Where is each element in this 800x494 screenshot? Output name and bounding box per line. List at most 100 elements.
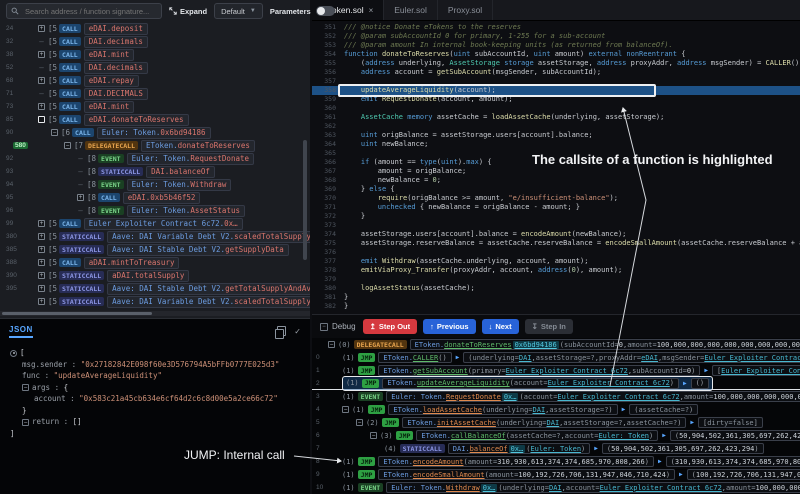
- trace-pill[interactable]: EToken.callBalanceOf(assetCache=?, accou…: [416, 430, 658, 441]
- trace-pill[interactable]: EToken.CALLER(): [378, 352, 451, 363]
- tree-item-label[interactable]: eDAI.donateToReserves: [84, 114, 189, 126]
- tree-item-label[interactable]: eDAI.mint: [84, 101, 135, 113]
- step-in-button[interactable]: ↧Step In: [525, 319, 573, 334]
- trace-pill[interactable]: EToken.loadAssetCache(underlying=DAI, as…: [388, 404, 617, 415]
- trace-pill[interactable]: EToken.donateToReserves0x6bd94186(subAcc…: [410, 339, 800, 350]
- trace-pill[interactable]: Euler: Token.Withdraw0x…(underlying=DAI,…: [386, 482, 800, 493]
- collapse-box-icon[interactable]: −: [356, 419, 363, 426]
- tree-item-label[interactable]: Aave: DAI Stable Debt V2.getTotalSupplyA…: [107, 283, 310, 295]
- tree-item-label[interactable]: aDAI.mintToTreasury: [84, 257, 180, 269]
- tree-row[interactable]: 385+[5STATICCALLAave: DAI Stable Debt V2…: [0, 243, 310, 256]
- tree-row[interactable]: 93–[8STATICCALLDAI.balanceOf: [0, 165, 310, 178]
- debug-row[interactable]: 9(1)JMPEToken.encodeSmallAmount(amount=1…: [312, 468, 800, 481]
- view-mode-select[interactable]: Default ▼: [214, 3, 263, 19]
- tree-item-label[interactable]: Euler Exploiter Contract 6c72.0x…: [84, 218, 243, 230]
- trace-pill[interactable]: EToken.updateAverageLiquidity(account=Eu…: [382, 378, 679, 389]
- debug-row[interactable]: 8(1)JMPEToken.encodeAmount(amount=310,93…: [312, 455, 800, 468]
- tree-row[interactable]: 380+[5STATICCALLAave: DAI Variable Debt …: [0, 230, 310, 243]
- method-name[interactable]: balanceOf: [470, 445, 508, 453]
- method-name[interactable]: encodeAmount: [413, 458, 464, 466]
- expand-box-icon[interactable]: +: [38, 246, 45, 253]
- expander-icon[interactable]: [10, 350, 17, 357]
- method-name[interactable]: updateAverageLiquidity: [417, 379, 510, 387]
- expand-box-icon[interactable]: +: [38, 298, 45, 305]
- address-link[interactable]: Euler Exploiter Contract 6c72: [721, 367, 800, 375]
- trace-pill[interactable]: EToken.encodeAmount(amount=310,930,613,3…: [378, 456, 654, 467]
- debug-row[interactable]: 3(1)EVENTEuler: Token.RequestDonate0x…(a…: [312, 390, 800, 403]
- expand-box-icon[interactable]: +: [77, 194, 84, 201]
- method-name[interactable]: loadAssetCache: [423, 406, 482, 414]
- debug-row[interactable]: 5−(2)JMPEToken.initAssetCache(underlying…: [312, 416, 800, 429]
- expand-button[interactable]: Expand: [169, 7, 207, 16]
- tree-item-label[interactable]: Euler: Token.RequestDonate: [127, 153, 254, 165]
- tree-row[interactable]: 68+[5CALLeDAI.repay: [0, 74, 310, 87]
- method-name[interactable]: RequestDonate: [446, 393, 501, 401]
- search-box[interactable]: [6, 3, 162, 19]
- trace-pill[interactable]: EToken.initAssetCache(underlying=DAI, as…: [402, 417, 686, 428]
- trace-pill[interactable]: EToken.encodeSmallAmount(amount=100,192,…: [378, 469, 675, 480]
- address-link[interactable]: Euler: Token: [530, 445, 581, 453]
- trace-pill[interactable]: Euler: Token.RequestDonate0x…(account=Eu…: [386, 391, 800, 402]
- method-name[interactable]: CALLER: [413, 354, 438, 362]
- tree-item-label[interactable]: Aave: DAI Stable Debt V2.getSupplyData: [107, 244, 289, 256]
- expand-box-icon[interactable]: −: [51, 129, 58, 136]
- tree-item-label[interactable]: eDAI.0xb5b46f52: [123, 192, 201, 204]
- expand-box-icon[interactable]: +: [38, 51, 45, 58]
- tree-item-label[interactable]: DAI.DECIMALS: [84, 88, 148, 100]
- tree-row[interactable]: 52–[5CALLDAI.decimals: [0, 61, 310, 74]
- parameters-toggle[interactable]: [316, 6, 335, 16]
- selector-link[interactable]: 0x…: [509, 445, 526, 453]
- step-out-button[interactable]: ↥Step Out: [363, 319, 418, 334]
- tree-row[interactable]: 94–[8EVENTEuler: Token.Withdraw: [0, 178, 310, 191]
- debug-row[interactable]: 0(1)JMPEToken.CALLER()▶(underlying=DAI, …: [312, 351, 800, 364]
- tree-row[interactable]: 96–[8EVENTEuler: Token.AssetStatus: [0, 204, 310, 217]
- tree-vscrollbar[interactable]: [303, 140, 307, 260]
- expand-box-icon[interactable]: +: [38, 233, 45, 240]
- method-name[interactable]: callBalanceOf: [451, 432, 506, 440]
- next-button[interactable]: ↓Next: [482, 319, 519, 334]
- address-link[interactable]: DAI: [519, 354, 532, 362]
- tab-euler-sol[interactable]: Euler.sol: [384, 0, 438, 20]
- address-link[interactable]: Euler Exploiter Contract 6c72: [557, 393, 679, 401]
- expand-box-icon[interactable]: +: [38, 77, 45, 84]
- expand-box-icon[interactable]: +: [38, 259, 45, 266]
- expander-icon[interactable]: −: [22, 384, 29, 391]
- debug-row[interactable]: 2(1)JMPEToken.updateAverageLiquidity(acc…: [312, 377, 800, 390]
- expand-box-icon[interactable]: −: [64, 142, 71, 149]
- expand-box-icon[interactable]: +: [38, 220, 45, 227]
- address-link[interactable]: Euler Exploiter Contract 6c72: [506, 367, 628, 375]
- address-link[interactable]: Euler: Token: [598, 432, 649, 440]
- tree-row[interactable]: 99+[5CALLEuler Exploiter Contract 6c72.0…: [0, 217, 310, 230]
- tree-item-label[interactable]: Euler: Token.AssetStatus: [127, 205, 245, 217]
- tree-row[interactable]: +[5STATICCALLAave: DAI Variable Debt V2.…: [0, 295, 310, 308]
- expand-box-icon[interactable]: +: [38, 272, 45, 279]
- console-tab-json[interactable]: JSON: [9, 325, 33, 338]
- collapse-box-icon[interactable]: −: [342, 406, 349, 413]
- tree-item-label[interactable]: EToken.donateToReserves: [141, 140, 255, 152]
- tree-row[interactable]: 85[5CALLeDAI.donateToReserves: [0, 113, 310, 126]
- tree-item-label[interactable]: Euler: Token.0x6bd94186: [97, 127, 211, 139]
- tree-item-label[interactable]: eDAI.mint: [84, 49, 135, 61]
- method-name[interactable]: donateToReserves: [444, 341, 511, 349]
- debug-row[interactable]: 10(1)EVENTEuler: Token.Withdraw0x…(under…: [312, 481, 800, 494]
- tree-item-label[interactable]: DAI.decimals: [84, 36, 148, 48]
- debug-row[interactable]: 6−(3)JMPEToken.callBalanceOf(assetCache=…: [312, 429, 800, 442]
- selector-link[interactable]: 0x…: [481, 484, 498, 492]
- method-name[interactable]: encodeSmallAmount: [413, 471, 485, 479]
- tree-row[interactable]: 395+[5STATICCALLAave: DAI Stable Debt V2…: [0, 282, 310, 295]
- expand-box-icon[interactable]: +: [38, 103, 45, 110]
- method-name[interactable]: initAssetCache: [437, 419, 496, 427]
- debug-row[interactable]: 4−(1)JMPEToken.loadAssetCache(underlying…: [312, 403, 800, 416]
- collapse-box-icon[interactable]: −: [328, 341, 335, 348]
- expand-box-icon[interactable]: [38, 116, 45, 123]
- selector-link[interactable]: 0x…: [502, 393, 519, 401]
- tree-row[interactable]: 388+[5CALLaDAI.mintToTreasury: [0, 256, 310, 269]
- tree-item-label[interactable]: Euler: Token.Withdraw: [127, 179, 232, 191]
- tree-row[interactable]: 95+[8CALLeDAI.0xb5b46f52: [0, 191, 310, 204]
- tree-row[interactable]: 71–[5CALLDAI.DECIMALS: [0, 87, 310, 100]
- tree-item-label[interactable]: eDAI.repay: [84, 75, 139, 87]
- tree-item-label[interactable]: DAI.decimals: [84, 62, 148, 74]
- tree-item-label[interactable]: eDAI.deposit: [84, 23, 148, 35]
- trace-pill[interactable]: EToken.getSubAccount(primary=Euler Explo…: [378, 365, 700, 376]
- collapse-box-icon[interactable]: −: [370, 432, 377, 439]
